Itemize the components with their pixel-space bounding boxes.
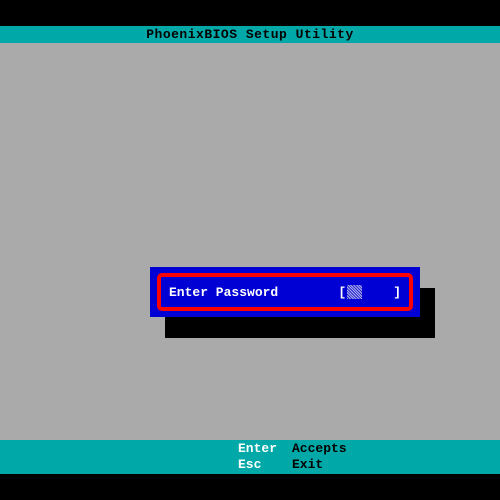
footer-row-enter: Enter Accepts <box>238 441 500 457</box>
title-bar: PhoenixBIOS Setup Utility <box>0 26 500 43</box>
main-area: Enter Password [ ] <box>0 43 500 440</box>
cursor-icon <box>347 285 362 299</box>
dialog-inner: Enter Password [ ] <box>157 273 413 311</box>
title-text: PhoenixBIOS Setup Utility <box>146 27 354 42</box>
password-input[interactable] <box>347 285 392 299</box>
password-dialog: Enter Password [ ] <box>150 267 420 317</box>
password-label: Enter Password <box>169 285 338 300</box>
password-field-wrapper: [ ] <box>338 285 401 300</box>
footer-key-enter: Enter <box>238 441 292 457</box>
footer-action-exit: Exit <box>292 457 323 473</box>
footer-bar: Enter Accepts Esc Exit <box>0 440 500 474</box>
bracket-close: ] <box>393 285 401 300</box>
footer-action-accepts: Accepts <box>292 441 347 457</box>
bracket-open: [ <box>338 285 346 300</box>
footer-key-esc: Esc <box>238 457 292 473</box>
footer-row-esc: Esc Exit <box>238 457 500 473</box>
